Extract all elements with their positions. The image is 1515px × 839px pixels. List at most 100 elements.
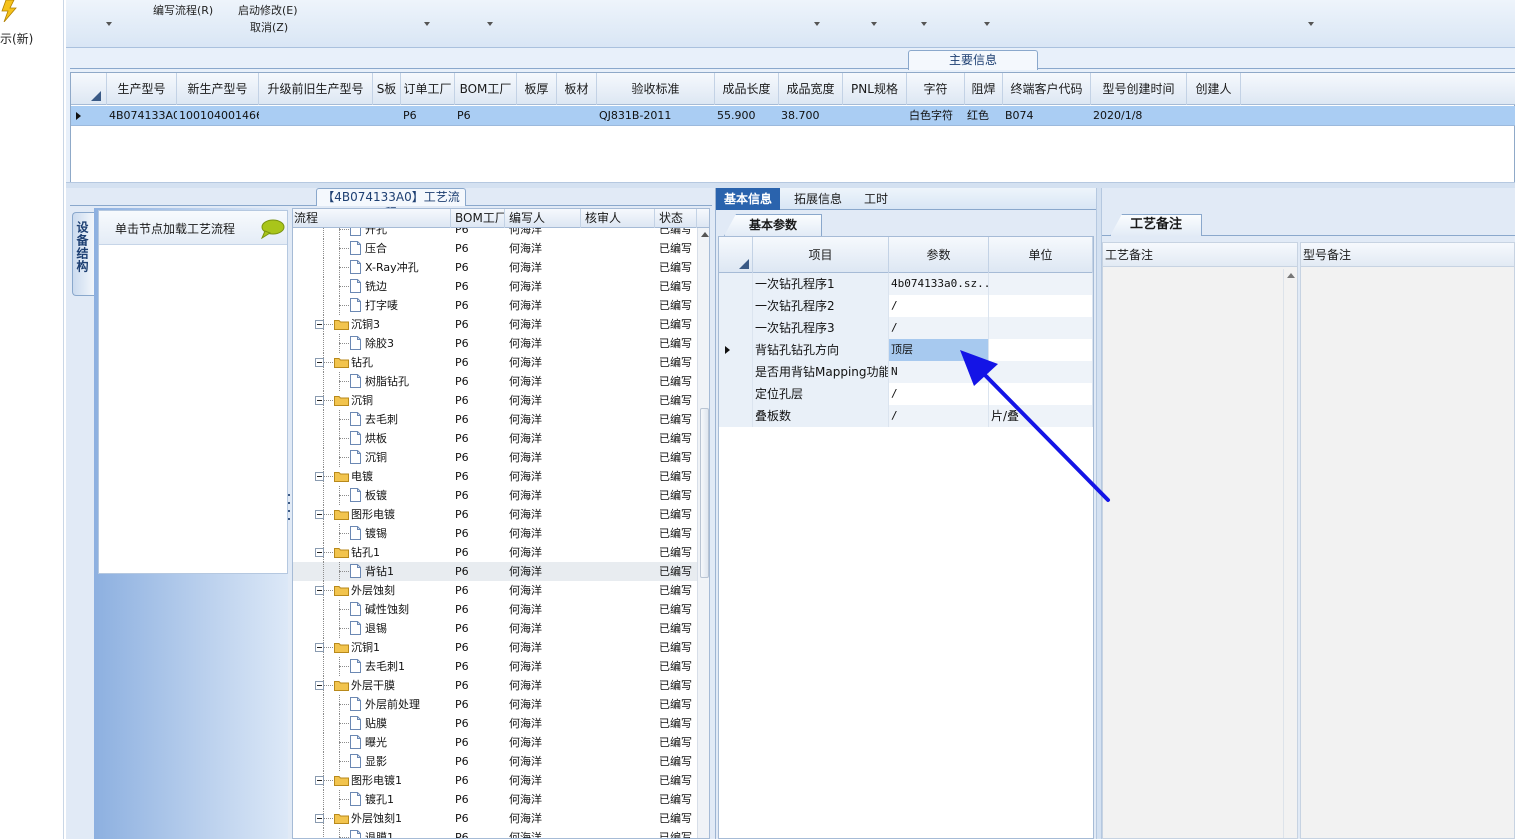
- collapse-icon[interactable]: [315, 396, 324, 405]
- tree-node-row[interactable]: 板镀 P6 何海洋 已编写: [293, 486, 697, 505]
- table-cell[interactable]: [557, 106, 597, 126]
- tree-node-row[interactable]: 显影 P6 何海洋 已编写: [293, 752, 697, 771]
- tree-node-row[interactable]: 背钻1 P6 何海洋 已编写: [293, 562, 697, 581]
- table-cell[interactable]: P6: [401, 106, 455, 126]
- scroll-up-arrow-icon[interactable]: [1287, 273, 1295, 278]
- tree-node-row[interactable]: 沉铜 P6 何海洋 已编写: [293, 448, 697, 467]
- tree-folder-row[interactable]: 沉铜1 P6 何海洋 已编写: [293, 638, 697, 657]
- dropdown-arrow-icon[interactable]: [814, 22, 820, 26]
- col-header-status[interactable]: 状态: [655, 209, 697, 228]
- dropdown-arrow-icon[interactable]: [487, 22, 493, 26]
- table-cell[interactable]: [843, 106, 907, 126]
- dropdown-arrow-icon[interactable]: [921, 22, 927, 26]
- tree-node-row[interactable]: 碱性蚀刻 P6 何海洋 已编写: [293, 600, 697, 619]
- tree-node-row[interactable]: 烘板 P6 何海洋 已编写: [293, 429, 697, 448]
- dropdown-arrow-icon[interactable]: [106, 22, 112, 26]
- tab-extended-info[interactable]: 拓展信息: [786, 188, 850, 210]
- tab-basic-info[interactable]: 基本信息: [716, 188, 781, 210]
- lightning-bolt-icon[interactable]: [0, 0, 18, 22]
- collapse-icon[interactable]: [315, 320, 324, 329]
- tree-node-row[interactable]: 退膜1 P6 何海洋 已编写: [293, 828, 697, 838]
- tree-node-row[interactable]: 贴膜 P6 何海洋 已编写: [293, 714, 697, 733]
- param-value[interactable]: 4b074133a0.sz...: [889, 273, 989, 295]
- collapse-icon[interactable]: [315, 586, 324, 595]
- collapse-icon[interactable]: [315, 358, 324, 367]
- col-header-reviewer[interactable]: 核审人: [581, 209, 655, 228]
- collapse-icon[interactable]: [315, 510, 324, 519]
- param-row[interactable]: 一次钻孔程序3/: [719, 317, 1093, 339]
- scroll-up-arrow-icon[interactable]: [701, 232, 709, 237]
- collapse-icon[interactable]: [315, 814, 324, 823]
- tree-node-row[interactable]: 镀锡 P6 何海洋 已编写: [293, 524, 697, 543]
- tree-node-row[interactable]: 镀孔1 P6 何海洋 已编写: [293, 790, 697, 809]
- table-cell[interactable]: 10010400146647: [177, 106, 259, 126]
- edit-flow-button[interactable]: 编写流程(R): [153, 2, 213, 18]
- collapse-icon[interactable]: [315, 776, 324, 785]
- table-cell[interactable]: 4B074133A0: [107, 106, 177, 126]
- tree-node-row[interactable]: 除胶3 P6 何海洋 已编写: [293, 334, 697, 353]
- row-selector[interactable]: [719, 339, 753, 361]
- tree-folder-row[interactable]: 外层干膜 P6 何海洋 已编写: [293, 676, 697, 695]
- param-value[interactable]: /: [889, 317, 989, 339]
- tree-node-row[interactable]: 退锡 P6 何海洋 已编写: [293, 619, 697, 638]
- tree-node-row[interactable]: X-Ray冲孔 P6 何海洋 已编写: [293, 258, 697, 277]
- tree-folder-row[interactable]: 钻孔1 P6 何海洋 已编写: [293, 543, 697, 562]
- col-header[interactable]: 新生产型号: [177, 73, 259, 105]
- row-selector[interactable]: [719, 295, 753, 317]
- table-row[interactable]: 4B074133A010010400146647 P6P6 QJ831B-20115…: [71, 106, 1515, 126]
- tree-folder-row[interactable]: 外层蚀刻1 P6 何海洋 已编写: [293, 809, 697, 828]
- table-cell[interactable]: [1187, 106, 1241, 126]
- notes-scrollbar[interactable]: [1283, 269, 1297, 838]
- col-header[interactable]: 板材: [557, 73, 597, 105]
- table-cell[interactable]: B074: [1003, 106, 1091, 126]
- process-notes-box[interactable]: 工艺备注: [1102, 242, 1298, 839]
- col-header[interactable]: 板厚: [517, 73, 557, 105]
- row-selector[interactable]: [719, 383, 753, 405]
- tree-folder-row[interactable]: 外层蚀刻 P6 何海洋 已编写: [293, 581, 697, 600]
- table-cell[interactable]: 2020/1/8: [1091, 106, 1187, 126]
- col-header-param[interactable]: 参数: [889, 237, 989, 273]
- table-cell[interactable]: 55.900: [715, 106, 779, 126]
- row-selector[interactable]: [719, 405, 753, 427]
- col-header[interactable]: S板: [373, 73, 401, 105]
- row-selector[interactable]: [719, 273, 753, 295]
- tree-folder-row[interactable]: 图形电镀 P6 何海洋 已编写: [293, 505, 697, 524]
- scrollbar-thumb[interactable]: [700, 408, 709, 578]
- tree-node-row[interactable]: 去毛刺 P6 何海洋 已编写: [293, 410, 697, 429]
- dropdown-arrow-icon[interactable]: [984, 22, 990, 26]
- tree-node-row[interactable]: 去毛刺1 P6 何海洋 已编写: [293, 657, 697, 676]
- table-cell[interactable]: 红色: [965, 106, 1003, 126]
- left-strip-label[interactable]: 示(新): [0, 30, 33, 47]
- col-header[interactable]: 阻焊: [965, 73, 1003, 105]
- tree-folder-row[interactable]: 钻孔 P6 何海洋 已编写: [293, 353, 697, 372]
- table-cell[interactable]: [517, 106, 557, 126]
- collapse-icon[interactable]: [315, 472, 324, 481]
- tab-work-hours[interactable]: 工时: [856, 188, 896, 210]
- param-value[interactable]: /: [889, 295, 989, 317]
- col-header[interactable]: 成品长度: [715, 73, 779, 105]
- tree-folder-row[interactable]: 电镀 P6 何海洋 已编写: [293, 467, 697, 486]
- dropdown-arrow-icon[interactable]: [424, 22, 430, 26]
- model-notes-box[interactable]: 型号备注: [1300, 242, 1515, 839]
- tree-node-row[interactable]: 铣边 P6 何海洋 已编写: [293, 277, 697, 296]
- collapse-icon[interactable]: [315, 643, 324, 652]
- tree-node-row[interactable]: 开孔 P6 何海洋 已编写: [293, 228, 697, 239]
- col-header-unit[interactable]: 单位: [989, 237, 1093, 273]
- param-row[interactable]: 一次钻孔程序1 4b074133a0.sz...: [719, 273, 1093, 295]
- tree-folder-row[interactable]: 图形电镀1 P6 何海洋 已编写: [293, 771, 697, 790]
- col-header-bom-factory[interactable]: BOM工厂: [451, 209, 505, 228]
- tree-node-row[interactable]: 树脂钻孔 P6 何海洋 已编写: [293, 372, 697, 391]
- col-header[interactable]: 型号创建时间: [1091, 73, 1187, 105]
- tree-node-row[interactable]: 压合 P6 何海洋 已编写: [293, 239, 697, 258]
- tree-node-row[interactable]: 外层前处理 P6 何海洋 已编写: [293, 695, 697, 714]
- table-cell[interactable]: 白色字符: [907, 106, 965, 126]
- col-header-item[interactable]: 项目: [753, 237, 889, 273]
- param-row[interactable]: 一次钻孔程序2/: [719, 295, 1093, 317]
- col-header[interactable]: 终端客户代码: [1003, 73, 1091, 105]
- table-cell[interactable]: P6: [455, 106, 517, 126]
- tree-folder-row[interactable]: 沉铜 P6 何海洋 已编写: [293, 391, 697, 410]
- tree-node-row[interactable]: 打字唛 P6 何海洋 已编写: [293, 296, 697, 315]
- table-cell[interactable]: QJ831B-2011: [597, 106, 715, 126]
- col-header[interactable]: PNL规格: [843, 73, 907, 105]
- row-selector[interactable]: [719, 317, 753, 339]
